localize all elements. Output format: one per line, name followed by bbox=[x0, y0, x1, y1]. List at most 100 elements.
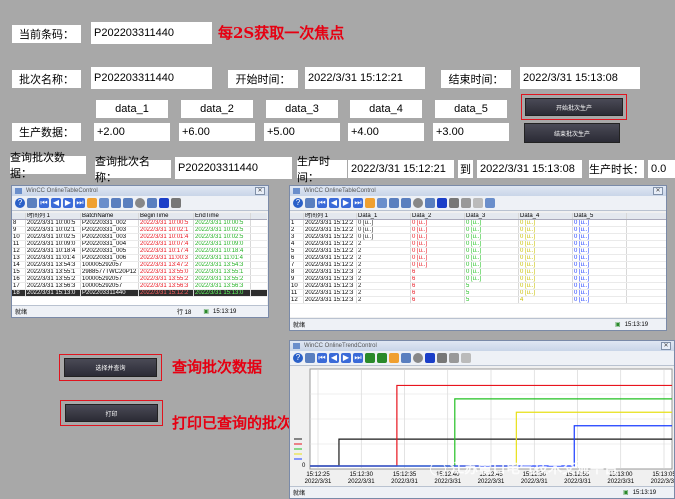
column-header[interactable] bbox=[12, 213, 26, 219]
help-icon[interactable]: ? bbox=[293, 198, 303, 208]
clock-icon[interactable] bbox=[413, 198, 423, 208]
column-header[interactable]: Data_2 bbox=[411, 213, 465, 219]
table-row[interactable]: 15 2022/3/31 13:55:1 2988577TWC20P12 2022/3… bbox=[12, 269, 267, 276]
data-1-value[interactable]: +2.00 bbox=[94, 123, 170, 141]
column-header[interactable] bbox=[290, 213, 304, 219]
table-icon[interactable] bbox=[401, 198, 411, 208]
fx-icon[interactable] bbox=[461, 353, 471, 363]
prev-icon[interactable]: ◀ bbox=[329, 353, 339, 363]
table-row[interactable]: 17 2022/3/31 13:56:3 100005292057 2022/3/31… bbox=[12, 283, 267, 290]
prev-icon[interactable]: ◀ bbox=[329, 198, 339, 208]
config-icon[interactable] bbox=[27, 198, 37, 208]
columns-icon[interactable] bbox=[389, 198, 399, 208]
stats-icon[interactable] bbox=[425, 353, 435, 363]
last-icon[interactable]: ⏭ bbox=[353, 198, 363, 208]
next-icon[interactable]: ▶ bbox=[63, 198, 73, 208]
table-row[interactable]: 16 2022/3/31 13:55:2 100005292057 2022/3/31… bbox=[12, 276, 267, 283]
table-row[interactable]: 12 2022/3/31 15:12:3 2 6 5 4 0 [u..] bbox=[290, 297, 666, 304]
batch-name-input[interactable]: P202203311440 bbox=[91, 67, 212, 89]
axis-icon[interactable] bbox=[401, 353, 411, 363]
move-icon[interactable] bbox=[377, 353, 387, 363]
table-row[interactable]: 10 2022/3/31 10:02:5 P20220331_003 2022/3/3… bbox=[12, 234, 267, 241]
data-4-value[interactable]: +4.00 bbox=[348, 123, 424, 141]
table-row[interactable]: 3 2022/3/31 15:12:2 0 [u..] 0 [u..] 0 [u..] 0… bbox=[290, 234, 666, 241]
print-icon[interactable] bbox=[449, 198, 459, 208]
stats-icon[interactable] bbox=[437, 198, 447, 208]
copy-icon[interactable] bbox=[377, 198, 387, 208]
grid-icon[interactable] bbox=[425, 198, 435, 208]
table-row[interactable]: 8 2022/3/31 15:12:3 2 6 0 [u..] 0 [u..] 0 [u..… bbox=[290, 269, 666, 276]
ruler-icon[interactable] bbox=[389, 353, 399, 363]
print-icon[interactable] bbox=[171, 198, 181, 208]
stats-icon[interactable] bbox=[159, 198, 169, 208]
help-icon[interactable]: ? bbox=[15, 198, 25, 208]
export-icon[interactable] bbox=[449, 353, 459, 363]
help-icon[interactable]: ? bbox=[293, 353, 303, 363]
config-icon[interactable] bbox=[305, 198, 315, 208]
column-header[interactable]: EndTime bbox=[194, 213, 251, 219]
table-row[interactable]: 18 2022/3/31 15:13:0 P202203311440 2022/3/3… bbox=[12, 290, 267, 297]
column-header[interactable]: BatchName bbox=[81, 213, 139, 219]
next-icon[interactable]: ▶ bbox=[341, 353, 351, 363]
table-row[interactable]: 5 2022/3/31 15:12:2 2 0 [u..] 0 [u..] 0 [u..]… bbox=[290, 248, 666, 255]
column-header[interactable]: 时间列 1 bbox=[26, 213, 81, 219]
table-row[interactable]: 14 2022/3/31 13:54:3 100005292057 2022/3/31… bbox=[12, 262, 267, 269]
last-icon[interactable]: ⏭ bbox=[75, 198, 85, 208]
end-batch-button[interactable]: 结束批次生产 bbox=[524, 123, 620, 143]
table-row[interactable]: 9 2022/3/31 10:02:1 P20220331_003 2022/3/31… bbox=[12, 227, 267, 234]
close-icon[interactable]: ✕ bbox=[661, 342, 671, 350]
column-header[interactable]: Data_3 bbox=[465, 213, 519, 219]
table-row[interactable]: 1 2022/3/31 15:12:2 0 [u..] 0 [u..] 0 [u..] 0… bbox=[290, 220, 666, 227]
table-row[interactable]: 11 2022/3/31 10:09:0 P20220331_004 2022/3/3… bbox=[12, 241, 267, 248]
query-batch-name-input[interactable]: P202203311440 bbox=[175, 157, 292, 179]
fx-icon[interactable] bbox=[473, 198, 483, 208]
table-row[interactable]: 10 2022/3/31 15:12:3 2 6 5 0 [u..] 0 [u..] bbox=[290, 283, 666, 290]
clock-icon[interactable] bbox=[135, 198, 145, 208]
table-row[interactable]: 4 2022/3/31 15:12:2 2 0 [u..] 0 [u..] 0 [u..]… bbox=[290, 241, 666, 248]
copy-icon[interactable] bbox=[99, 198, 109, 208]
column-header[interactable]: Data_1 bbox=[357, 213, 411, 219]
data-5-value[interactable]: +3.00 bbox=[433, 123, 509, 141]
edit-icon[interactable] bbox=[365, 198, 375, 208]
column-header[interactable]: BeginTime bbox=[139, 213, 194, 219]
close-icon[interactable]: ✕ bbox=[255, 187, 265, 195]
next-icon[interactable]: ▶ bbox=[341, 198, 351, 208]
first-icon[interactable]: ⏮ bbox=[317, 353, 327, 363]
print-icon[interactable] bbox=[437, 353, 447, 363]
print-button[interactable]: 打印 bbox=[65, 404, 158, 422]
grid-icon[interactable] bbox=[147, 198, 157, 208]
data-3-value[interactable]: +5.00 bbox=[264, 123, 340, 141]
table-row[interactable]: 12 2022/3/31 10:18:4 P20220331_005 2022/3/3… bbox=[12, 248, 267, 255]
start-batch-button[interactable]: 开始批次生产 bbox=[525, 98, 623, 116]
config-icon[interactable] bbox=[305, 353, 315, 363]
columns-icon[interactable] bbox=[111, 198, 121, 208]
table-row[interactable]: 8 2022/3/31 10:00:5 P20220331_002 2022/3/31… bbox=[12, 220, 267, 227]
edit-icon[interactable] bbox=[87, 198, 97, 208]
first-icon[interactable]: ⏮ bbox=[317, 198, 327, 208]
table-row[interactable]: 2 2022/3/31 15:12:2 0 [u..] 0 [u..] 0 [u..] 0… bbox=[290, 227, 666, 234]
close-icon[interactable]: ✕ bbox=[653, 187, 663, 195]
query-start-time[interactable]: 2022/3/31 15:12:21 bbox=[348, 160, 454, 178]
export-icon[interactable] bbox=[461, 198, 471, 208]
prev-icon[interactable]: ◀ bbox=[51, 198, 61, 208]
table-row[interactable]: 11 2022/3/31 15:12:3 2 6 5 0 [u..] 0 [u..] bbox=[290, 290, 666, 297]
first-icon[interactable]: ⏮ bbox=[39, 198, 49, 208]
column-header[interactable]: Data_4 bbox=[519, 213, 573, 219]
query-end-time[interactable]: 2022/3/31 15:13:08 bbox=[477, 160, 582, 178]
batch-table-grid[interactable]: 时间列 1 BatchName BeginTime EndTime 8 2022/3/31… bbox=[12, 213, 267, 305]
column-header[interactable]: 时间列 1 bbox=[304, 213, 357, 219]
table-row[interactable]: 13 2022/3/31 11:01:4 P20220331_006 2022/3/3… bbox=[12, 255, 267, 262]
table-row[interactable]: 6 2022/3/31 15:12:2 2 0 [u..] 0 [u..] 0 [u..]… bbox=[290, 255, 666, 262]
clock-icon[interactable] bbox=[413, 353, 423, 363]
report-icon[interactable] bbox=[485, 198, 495, 208]
zoom-icon[interactable] bbox=[365, 353, 375, 363]
column-header[interactable]: Data_5 bbox=[573, 213, 627, 219]
select-query-button[interactable]: 选择并查询 bbox=[64, 358, 157, 377]
table-row[interactable]: 7 2022/3/31 15:12:2 2 0 [u..] 0 [u..] 0 [u..]… bbox=[290, 262, 666, 269]
table-row[interactable]: 9 2022/3/31 15:12:3 2 6 0 [u..] 0 [u..] 0 [u..… bbox=[290, 276, 666, 283]
last-icon[interactable]: ⏭ bbox=[353, 353, 363, 363]
table-icon[interactable] bbox=[123, 198, 133, 208]
current-barcode-input[interactable]: P202203311440 bbox=[91, 22, 212, 44]
data-2-value[interactable]: +6.00 bbox=[179, 123, 255, 141]
data-table-grid[interactable]: 时间列 1 Data_1 Data_2 Data_3 Data_4 Data_5 1 2022… bbox=[290, 213, 666, 317]
